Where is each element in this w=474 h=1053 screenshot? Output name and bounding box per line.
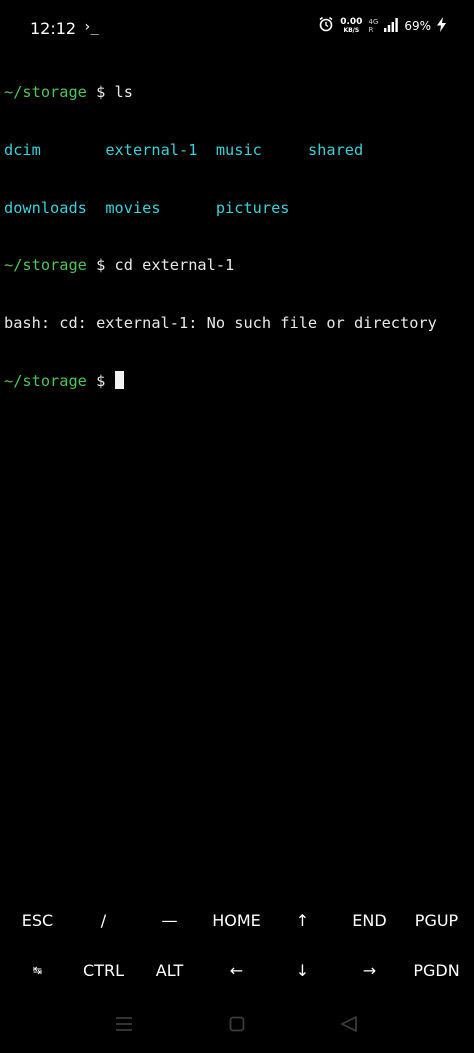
network-type-label: 4G: [368, 18, 379, 26]
menu-icon: [115, 1016, 133, 1036]
back-triangle-icon: [340, 1015, 358, 1037]
up-arrow-key[interactable]: ↑: [269, 895, 336, 945]
home-key[interactable]: HOME: [203, 895, 270, 945]
network-roaming-label: R: [368, 26, 374, 34]
left-arrow-key[interactable]: ←: [203, 945, 270, 995]
command-text: $ cd external-1: [86, 256, 235, 275]
error-text: bash: cd: external-1: No such file or di…: [4, 313, 437, 332]
home-button[interactable]: [222, 1012, 252, 1040]
status-icons: 0.00 KB/S 4G R 69%: [318, 16, 446, 36]
network-speed-unit: KB/S: [343, 27, 360, 34]
down-arrow-key[interactable]: ↓: [269, 945, 336, 995]
back-button[interactable]: [334, 1012, 364, 1040]
alarm-icon: [318, 16, 334, 36]
pgdn-key[interactable]: PGDN: [403, 945, 470, 995]
esc-key[interactable]: ESC: [4, 895, 71, 945]
terminal-line: ~/storage $: [4, 371, 437, 390]
directory-entry: shared: [298, 141, 364, 159]
terminal-line: ~/storage $ ls: [4, 83, 437, 102]
directory-entry: dcim: [4, 141, 97, 159]
status-time: 12:12: [30, 19, 77, 38]
battery-percent: 69%: [404, 19, 431, 33]
square-icon: [229, 1016, 245, 1036]
recents-button[interactable]: [109, 1012, 139, 1040]
prompt-path: ~/storage: [4, 372, 87, 391]
pgup-key[interactable]: PGUP: [403, 895, 470, 945]
directory-entry: external-1: [96, 141, 198, 159]
end-key[interactable]: END: [336, 895, 403, 945]
terminal-output[interactable]: ~/storage $ ls dcim external-1 music sha…: [4, 45, 437, 410]
alt-key[interactable]: ALT: [136, 945, 203, 995]
terminal-line: dcim external-1 music shared: [4, 141, 437, 160]
extra-keys-bar: ESC / — HOME ↑ END PGUP ↹ CTRL ALT ← ↓ →…: [0, 895, 474, 995]
directory-entry: downloads: [4, 198, 97, 217]
prompt-path: ~/storage: [4, 256, 87, 275]
slash-key[interactable]: /: [70, 895, 137, 945]
command-text: $: [86, 372, 115, 391]
terminal-cursor: [114, 371, 124, 390]
status-bar: 12:12 ›_ 0.00 KB/S 4G R 69%: [0, 0, 474, 44]
terminal-line: downloads movies pictures: [4, 199, 437, 218]
terminal-line: ~/storage $ cd external-1: [4, 256, 437, 275]
network-speed: 0.00 KB/S: [340, 17, 363, 35]
navigation-bar: [0, 1000, 474, 1053]
prompt-path: ~/storage: [4, 83, 87, 102]
directory-entry: movies: [96, 198, 198, 217]
ctrl-key[interactable]: CTRL: [70, 945, 137, 995]
network-speed-value: 0.00: [340, 17, 363, 27]
terminal-notification-icon: ›_: [83, 19, 99, 35]
terminal-line: bash: cd: external-1: No such file or di…: [4, 314, 437, 333]
dash-key[interactable]: —: [136, 895, 203, 945]
tab-key[interactable]: ↹: [4, 945, 71, 995]
directory-entry: music: [197, 141, 299, 159]
directory-entry: pictures: [197, 198, 290, 217]
network-type: 4G R: [368, 18, 378, 34]
signal-icon: [384, 17, 399, 36]
right-arrow-key[interactable]: →: [336, 945, 403, 995]
command-text: $ ls: [86, 83, 133, 102]
charging-icon: [437, 16, 446, 36]
